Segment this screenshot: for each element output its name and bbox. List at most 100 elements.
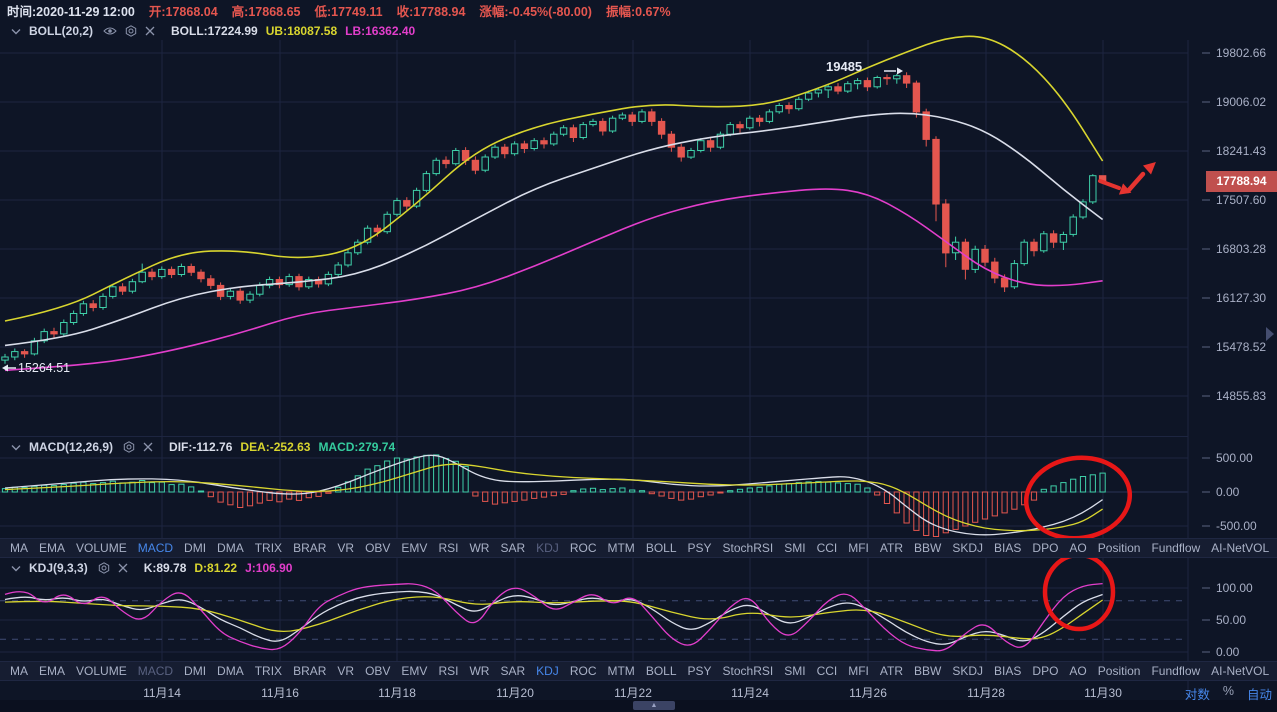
indicator-tab-emv[interactable]: EMV xyxy=(401,664,427,678)
indicator-tab-boll[interactable]: BOLL xyxy=(646,664,677,678)
close-icon[interactable] xyxy=(143,442,153,452)
indicator-tab-smi[interactable]: SMI xyxy=(784,541,805,555)
indicator-tab-macd[interactable]: MACD xyxy=(138,541,173,555)
indicator-tab-ao[interactable]: AO xyxy=(1069,664,1086,678)
indicator-tab-cci[interactable]: CCI xyxy=(817,664,838,678)
log-scale-button[interactable]: 对数 xyxy=(1185,684,1210,703)
indicator-tab-fundflow[interactable]: Fundflow xyxy=(1151,664,1200,678)
indicator-tab-mfi[interactable]: MFI xyxy=(848,664,869,678)
boll-indicator-header: BOLL(20,2) BOLL:17224.99 UB:18087.58 LB:… xyxy=(0,21,415,41)
indicator-tab-ao[interactable]: AO xyxy=(1069,541,1086,555)
indicator-tab-brar[interactable]: BRAR xyxy=(293,664,326,678)
indicator-tab-obv[interactable]: OBV xyxy=(365,664,390,678)
date-label: 11月16 xyxy=(261,686,299,700)
percent-scale-button[interactable]: % xyxy=(1223,684,1234,703)
indicator-tab-ma[interactable]: MA xyxy=(10,664,28,678)
macd-axis-label: 0.00 xyxy=(1216,485,1240,499)
indicator-tab-volume[interactable]: VOLUME xyxy=(76,541,127,555)
indicator-tab-obv[interactable]: OBV xyxy=(365,541,390,555)
indicator-tab-wr[interactable]: WR xyxy=(469,541,489,555)
indicator-tab-skdj[interactable]: SKDJ xyxy=(952,664,983,678)
indicator-tab-bbw[interactable]: BBW xyxy=(914,541,941,555)
indicator-tab-trix[interactable]: TRIX xyxy=(255,664,282,678)
price-axis-label: 18241.43 xyxy=(1216,144,1267,158)
indicator-tab-cci[interactable]: CCI xyxy=(817,541,838,555)
price-axis-label: 14855.83 xyxy=(1216,389,1267,403)
auto-scale-button[interactable]: 自动 xyxy=(1247,684,1272,703)
price-axis-label: 16803.28 xyxy=(1216,242,1267,256)
price-axis-label: 15478.52 xyxy=(1216,340,1267,354)
indicator-tab-sar[interactable]: SAR xyxy=(500,664,525,678)
indicator-tab-roc[interactable]: ROC xyxy=(570,664,597,678)
indicator-tab-vr[interactable]: VR xyxy=(337,664,354,678)
indicator-tab-ma[interactable]: MA xyxy=(10,541,28,555)
boll-indicator-title: BOLL(20,2) xyxy=(29,24,94,38)
indicator-tab-rsi[interactable]: RSI xyxy=(438,541,458,555)
indicator-tab-mtm[interactable]: MTM xyxy=(607,664,634,678)
indicator-tab-dma[interactable]: DMA xyxy=(217,664,244,678)
indicator-tab-dmi[interactable]: DMI xyxy=(184,541,206,555)
horizontal-scrollbar[interactable] xyxy=(0,700,1277,712)
indicator-tab-position[interactable]: Position xyxy=(1098,664,1141,678)
indicator-tab-atr[interactable]: ATR xyxy=(880,541,903,555)
indicator-tab-dmi[interactable]: DMI xyxy=(184,664,206,678)
indicator-tab-bias[interactable]: BIAS xyxy=(994,664,1021,678)
lb-value: LB:16362.40 xyxy=(345,24,416,38)
indicator-tab-bbw[interactable]: BBW xyxy=(914,664,941,678)
indicator-tab-dpo[interactable]: DPO xyxy=(1032,664,1058,678)
chevron-down-icon[interactable] xyxy=(11,28,21,35)
indicator-tab-kdj[interactable]: KDJ xyxy=(536,664,559,678)
indicator-tab-emv[interactable]: EMV xyxy=(401,541,427,555)
gear-icon[interactable] xyxy=(125,25,137,37)
date-axis[interactable]: 11月14 11月16 11月18 11月20 11月22 11月24 11月26 11月28… xyxy=(0,684,1277,700)
indicator-tab-macd[interactable]: MACD xyxy=(138,664,173,678)
indicator-tab-position[interactable]: Position xyxy=(1098,541,1141,555)
indicator-tab-skdj[interactable]: SKDJ xyxy=(952,541,983,555)
indicator-tab-sar[interactable]: SAR xyxy=(500,541,525,555)
indicator-tab-psy[interactable]: PSY xyxy=(688,664,712,678)
indicator-tab-mfi[interactable]: MFI xyxy=(848,541,869,555)
gear-icon[interactable] xyxy=(123,441,135,453)
chevron-down-icon[interactable] xyxy=(11,444,21,451)
indicator-tab-ema[interactable]: EMA xyxy=(39,664,65,678)
indicator-tab-roc[interactable]: ROC xyxy=(570,541,597,555)
indicator-tab-stochrsi[interactable]: StochRSI xyxy=(723,664,774,678)
indicator-tab-ema[interactable]: EMA xyxy=(39,541,65,555)
indicator-tab-volume[interactable]: VOLUME xyxy=(76,664,127,678)
kdj-j-line xyxy=(4,582,1103,652)
scrollbar-handle[interactable] xyxy=(633,701,675,710)
eye-icon[interactable] xyxy=(103,26,117,36)
indicator-tab-mtm[interactable]: MTM xyxy=(607,541,634,555)
indicator-tab-dpo[interactable]: DPO xyxy=(1032,541,1058,555)
kdj-axis-label: 0.00 xyxy=(1216,645,1240,659)
indicator-tab-psy[interactable]: PSY xyxy=(688,541,712,555)
kline-chart-canvas[interactable] xyxy=(0,0,1277,712)
date-label: 11月22 xyxy=(614,686,652,700)
indicator-tab-boll[interactable]: BOLL xyxy=(646,541,677,555)
boll-value: BOLL:17224.99 xyxy=(171,24,258,38)
panel-expand-arrow[interactable] xyxy=(1266,327,1274,341)
trading-chart-app: 时间:2020-11-29 12:00 开:17868.04 高:17868.6… xyxy=(0,0,1277,712)
indicator-tab-vr[interactable]: VR xyxy=(337,541,354,555)
close-icon[interactable] xyxy=(145,26,155,36)
indicator-tab-trix[interactable]: TRIX xyxy=(255,541,282,555)
indicator-tab-smi[interactable]: SMI xyxy=(784,664,805,678)
indicator-tab-rsi[interactable]: RSI xyxy=(438,664,458,678)
close-icon[interactable] xyxy=(118,563,128,573)
indicator-tab-wr[interactable]: WR xyxy=(469,664,489,678)
date-label: 11月18 xyxy=(378,686,416,700)
chevron-down-icon[interactable] xyxy=(11,565,21,572)
macd-axis-label: 500.00 xyxy=(1216,451,1253,465)
k-value: K:89.78 xyxy=(143,561,187,575)
ohlc-info-bar: 时间:2020-11-29 12:00 开:17868.04 高:17868.6… xyxy=(0,0,671,21)
indicator-tab-kdj[interactable]: KDJ xyxy=(536,541,559,555)
indicator-tab-brar[interactable]: BRAR xyxy=(293,541,326,555)
indicator-tab-fundflow[interactable]: Fundflow xyxy=(1151,541,1200,555)
gear-icon[interactable] xyxy=(98,562,110,574)
indicator-tab-atr[interactable]: ATR xyxy=(880,664,903,678)
indicator-tab-dma[interactable]: DMA xyxy=(217,541,244,555)
indicator-tab-bias[interactable]: BIAS xyxy=(994,541,1021,555)
stat-amplitude: 振幅:0.67% xyxy=(605,5,671,19)
indicator-tab-stochrsi[interactable]: StochRSI xyxy=(723,541,774,555)
scale-controls: 对数 % 自动 xyxy=(1185,684,1272,703)
